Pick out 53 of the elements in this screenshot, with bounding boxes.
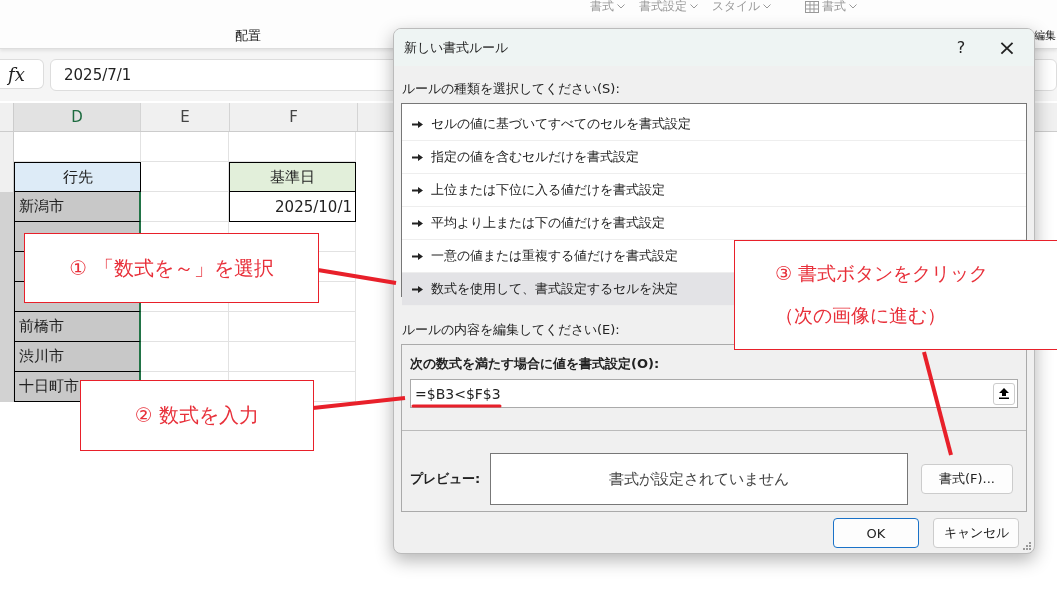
- section-label: ルールの種類を選択してください(S):: [402, 80, 621, 98]
- grid-cell[interactable]: [141, 312, 229, 342]
- row-header[interactable]: [0, 372, 14, 402]
- section-label: ルールの内容を編集してください(E):: [402, 321, 621, 339]
- grid-cell[interactable]: [141, 192, 229, 222]
- group-label: 配置: [235, 27, 261, 45]
- table-cell: 前橋市: [14, 312, 141, 342]
- grid-cell[interactable]: [141, 342, 229, 372]
- arrow-icon: [412, 252, 423, 260]
- grid-cell[interactable]: [229, 312, 356, 342]
- arrow-icon: [412, 219, 423, 227]
- table-icon: [805, 0, 819, 13]
- callout-text: ① 「数式を～」を選択: [69, 254, 274, 282]
- close-button[interactable]: ×: [984, 29, 1030, 66]
- callout-text: ② 数式を入力: [134, 402, 260, 429]
- preview-box: 書式が設定されていません: [490, 453, 908, 505]
- rule-type-item[interactable]: 上位または下位に入る値だけを書式設定: [402, 174, 1026, 207]
- upload-icon: [999, 388, 1009, 399]
- table-cell: 2025/10/1: [229, 192, 356, 222]
- row-header[interactable]: [0, 162, 14, 192]
- table-cell: 新潟市: [14, 192, 141, 222]
- arrow-icon: [412, 153, 423, 161]
- grid-cell[interactable]: [141, 132, 229, 162]
- arrow-icon: [412, 120, 423, 128]
- row-header[interactable]: [0, 132, 14, 162]
- grid-cell[interactable]: [229, 342, 356, 372]
- function-button[interactable]: fx: [0, 59, 44, 89]
- arrow-icon: [412, 186, 423, 194]
- table-header: 行先: [14, 162, 141, 192]
- chevron-down-icon: [617, 4, 625, 9]
- table-cell: 渋川市: [14, 342, 141, 372]
- preview-label: プレビュー:: [410, 470, 482, 488]
- column-header[interactable]: E: [141, 103, 230, 131]
- collapse-button[interactable]: [993, 382, 1015, 405]
- dialog-title: 新しい書式ルール: [404, 38, 509, 57]
- row-header[interactable]: [0, 192, 14, 222]
- formula-field[interactable]: =$B3<$F$3: [410, 379, 1018, 408]
- rule-type-item[interactable]: 指定の値を含むセルだけを書式設定: [402, 141, 1026, 174]
- table-header: 基準日: [229, 162, 356, 192]
- formula-label: 次の数式を満たす場合に値を書式設定(O):: [410, 355, 661, 373]
- column-header[interactable]: F: [230, 103, 358, 131]
- ok-button[interactable]: OK: [833, 518, 919, 548]
- format-button[interactable]: 書式(F)...: [921, 464, 1013, 494]
- help-button[interactable]: ?: [938, 29, 984, 66]
- column-header[interactable]: D: [14, 103, 141, 131]
- rule-type-item[interactable]: セルの値に基づいてすべてのセルを書式設定: [402, 108, 1026, 141]
- arrow-icon: [412, 285, 423, 293]
- cancel-button[interactable]: キャンセル: [933, 518, 1019, 548]
- resize-grip-icon: [1022, 541, 1031, 550]
- callout-text: （次の画像に進む）: [775, 303, 946, 328]
- chevron-down-icon: [763, 4, 771, 9]
- chevron-down-icon: [690, 4, 698, 9]
- chevron-down-icon: [849, 4, 857, 9]
